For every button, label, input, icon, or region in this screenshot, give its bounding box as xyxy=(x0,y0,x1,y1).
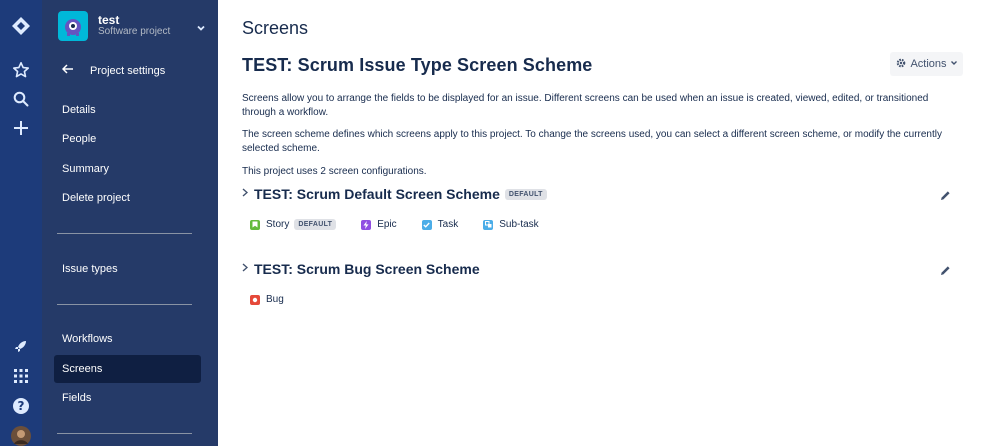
sidebar-item-people[interactable]: People xyxy=(54,125,201,153)
svg-text:?: ? xyxy=(18,399,25,413)
issue-type-task[interactable]: Task xyxy=(421,219,459,230)
jira-logo-icon[interactable] xyxy=(7,12,35,40)
screen-scheme-title[interactable]: TEST: Scrum Default Screen Scheme xyxy=(254,186,500,202)
avatar[interactable] xyxy=(7,422,35,446)
chevron-right-icon[interactable] xyxy=(242,263,252,275)
back-label: Project settings xyxy=(90,64,166,77)
app-switcher-icon[interactable] xyxy=(7,362,35,390)
arrow-left-icon xyxy=(61,64,76,77)
sub-task-icon xyxy=(483,219,494,230)
sidebar-item-details[interactable]: Details xyxy=(54,96,201,124)
configuration-count: This project uses 2 screen configuration… xyxy=(242,166,427,177)
screen-scheme-title[interactable]: TEST: Scrum Bug Screen Scheme xyxy=(254,261,480,277)
project-name: test xyxy=(98,13,120,27)
actions-button[interactable]: Actions xyxy=(890,52,963,76)
project-sidebar: test Software project Project settings D… xyxy=(42,0,218,446)
sidebar-item-workflows[interactable]: Workflows xyxy=(54,325,201,353)
create-plus-icon[interactable] xyxy=(7,114,35,142)
sidebar-item-screens[interactable]: Screens xyxy=(54,355,201,383)
back-to-project-settings[interactable]: Project settings xyxy=(61,64,166,77)
project-type: Software project xyxy=(98,26,171,37)
actions-label: Actions xyxy=(910,58,947,70)
description-scheme: The screen scheme defines which screens … xyxy=(242,129,942,154)
issue-type-sub-task[interactable]: Sub-task xyxy=(483,219,539,230)
project-header[interactable]: test Software project xyxy=(58,11,208,41)
page-title: Screens xyxy=(242,18,309,38)
scheme-title: TEST: Scrum Issue Type Screen Scheme xyxy=(242,55,593,75)
project-avatar-icon xyxy=(58,11,88,41)
sidebar-item-fields[interactable]: Fields xyxy=(54,384,201,412)
screen-scheme-bug-header[interactable]: TEST: Scrum Bug Screen Scheme xyxy=(242,261,480,277)
sidebar-item-delete-project[interactable]: Delete project xyxy=(54,184,201,212)
epic-icon xyxy=(361,219,372,230)
issue-type-list: Story DEFAULT Epic Task Sub-task xyxy=(250,219,564,230)
issue-type-label: Task xyxy=(437,219,459,230)
chevron-down-icon[interactable] xyxy=(196,20,206,38)
help-icon[interactable]: ? xyxy=(7,392,35,420)
chevron-right-icon[interactable] xyxy=(242,188,252,200)
global-navigation: ? xyxy=(0,0,42,446)
task-icon xyxy=(421,219,432,230)
edit-pencil-icon[interactable] xyxy=(940,188,952,200)
default-badge: DEFAULT xyxy=(504,188,547,200)
default-badge: DEFAULT xyxy=(294,219,337,230)
rocket-icon[interactable] xyxy=(7,332,35,360)
issue-type-epic[interactable]: Epic xyxy=(361,219,397,230)
issue-type-bug[interactable]: Bug xyxy=(250,294,284,305)
issue-type-label: Epic xyxy=(377,219,397,230)
sidebar-item-issue-types[interactable]: Issue types xyxy=(54,255,201,283)
search-icon[interactable] xyxy=(7,85,35,113)
issue-type-label: Sub-task xyxy=(499,219,539,230)
chevron-down-icon xyxy=(950,59,958,69)
starred-icon[interactable] xyxy=(7,56,35,84)
issue-type-list: Bug xyxy=(250,294,309,305)
issue-type-story[interactable]: Story DEFAULT xyxy=(250,219,337,230)
edit-pencil-icon[interactable] xyxy=(940,263,952,275)
description-screens: Screens allow you to arrange the fields … xyxy=(242,93,929,118)
sidebar-divider xyxy=(57,233,192,234)
sidebar-item-summary[interactable]: Summary xyxy=(54,155,201,183)
issue-type-label: Story xyxy=(266,219,290,230)
sidebar-divider xyxy=(57,304,192,305)
screen-scheme-default-header[interactable]: TEST: Scrum Default Screen Scheme DEFAUL… xyxy=(242,186,547,202)
issue-type-label: Bug xyxy=(266,294,284,305)
bug-icon xyxy=(250,294,260,305)
gear-icon xyxy=(895,57,907,72)
story-icon xyxy=(250,219,260,230)
sidebar-divider xyxy=(57,433,192,434)
